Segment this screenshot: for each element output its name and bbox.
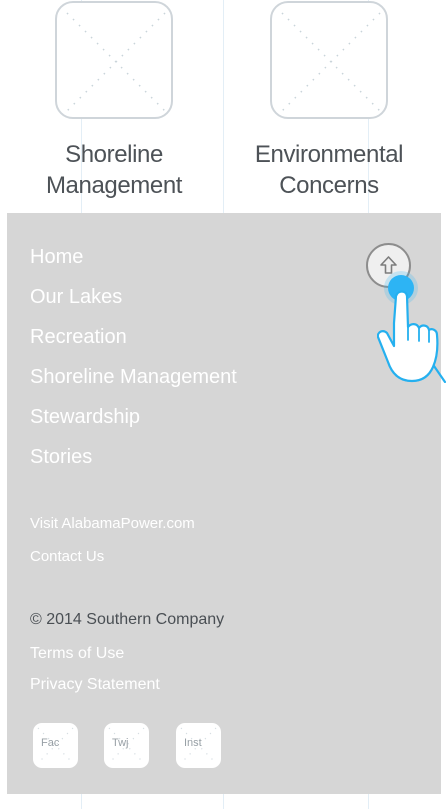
nav-link-recreation[interactable]: Recreation	[30, 325, 127, 349]
facebook-button[interactable]: Fac	[33, 723, 78, 768]
image-placeholder-icon	[281, 12, 381, 112]
shoreline-management-label-line1: Shoreline	[65, 141, 163, 168]
copyright-text: © 2014 Southern Company	[30, 611, 225, 628]
facebook-label: Fac	[41, 737, 60, 749]
nav-link-our-lakes[interactable]: Our Lakes	[30, 285, 122, 309]
twitter-button[interactable]: Twj	[104, 723, 149, 768]
shoreline-management-label[interactable]: Shoreline Management	[14, 139, 214, 201]
contact-us-link[interactable]: Contact Us	[30, 548, 104, 566]
nav-link-home[interactable]: Home	[30, 245, 83, 269]
twitter-label: Twj	[112, 737, 129, 749]
instagram-button[interactable]: Inst	[176, 723, 221, 768]
instagram-label: Inst	[184, 737, 202, 749]
tap-gesture-hand-icon	[377, 290, 446, 383]
shoreline-management-label-line2: Management	[45, 172, 183, 199]
shoreline-management-thumbnail[interactable]	[55, 1, 173, 119]
environmental-concerns-label-line2: Concerns	[279, 172, 379, 199]
visit-alabamapower-link[interactable]: Visit AlabamaPower.com	[30, 515, 195, 533]
image-placeholder-icon	[66, 12, 166, 112]
environmental-concerns-label[interactable]: Environmental Concerns	[229, 139, 429, 201]
nav-link-stories[interactable]: Stories	[30, 445, 92, 469]
privacy-statement-link[interactable]: Privacy Statement	[30, 676, 160, 694]
environmental-concerns-thumbnail[interactable]	[270, 1, 388, 119]
nav-link-stewardship[interactable]: Stewardship	[30, 405, 140, 429]
nav-link-shoreline-management[interactable]: Shoreline Management	[30, 365, 237, 389]
site-footer: Home Our Lakes Recreation Shoreline Mana…	[7, 213, 441, 794]
terms-of-use-link[interactable]: Terms of Use	[30, 645, 124, 663]
arrow-up-icon	[380, 256, 397, 274]
environmental-concerns-label-line1: Environmental	[254, 141, 404, 168]
